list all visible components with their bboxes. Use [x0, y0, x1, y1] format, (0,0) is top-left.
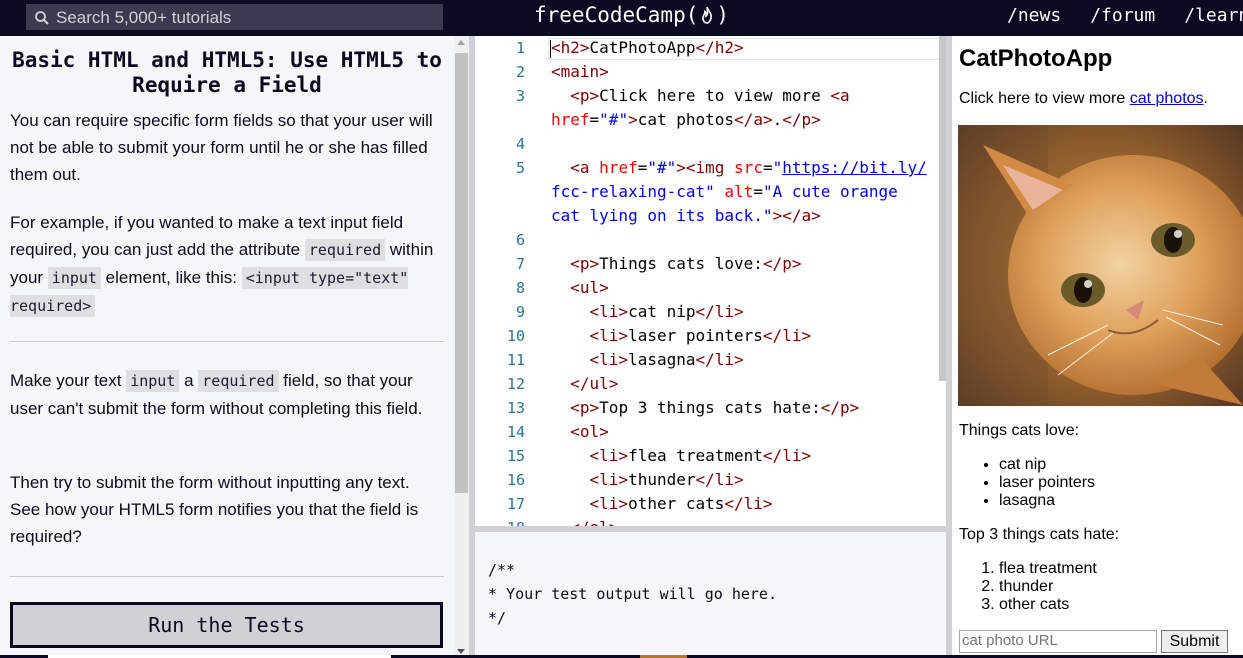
- inline-code: input: [47, 267, 101, 289]
- instructions-scrollbar[interactable]: [454, 36, 469, 658]
- scrollbar-thumb[interactable]: [455, 53, 468, 493]
- code-line: <p>Things cats love:</p>: [551, 254, 802, 273]
- cat-photos-link[interactable]: cat photos: [1130, 90, 1204, 107]
- instructions-panel: Basic HTML and HTML5: Use HTML5 to Requi…: [0, 36, 454, 658]
- cat-photo-url-input[interactable]: cat photo URL: [959, 630, 1157, 653]
- challenge-title: Basic HTML and HTML5: Use HTML5 to Requi…: [12, 48, 442, 97]
- list-item: laser pointers: [999, 474, 1095, 492]
- code-editor[interactable]: 1 2 3 4 5 6 7 8 9 10 11 12 13 14 15 16 1…: [475, 36, 946, 526]
- line-number: 3: [515, 87, 525, 105]
- line-number: 2: [515, 63, 525, 81]
- nav-links: /news/forum/learn: [1007, 5, 1243, 26]
- line-number: 4: [515, 135, 525, 153]
- code-line: <li>lasagna</li>: [551, 350, 744, 369]
- line-number: 18: [493, 516, 525, 526]
- list-item: flea treatment: [999, 560, 1097, 578]
- code-line: <li>laser pointers</li>: [551, 326, 812, 345]
- nav-link-learn[interactable]: /learn: [1184, 5, 1243, 26]
- line-number: 6: [515, 231, 525, 249]
- hate-list: flea treatment thunder other cats: [999, 560, 1097, 614]
- code-line: </ol>: [551, 516, 618, 526]
- code-line: href="#">cat photos</a>.</p>: [551, 110, 821, 129]
- line-number: 14: [506, 423, 525, 441]
- inline-code: input: [126, 370, 180, 392]
- love-heading: Things cats love:: [959, 422, 1080, 439]
- preview-paragraph: Click here to view more cat photos.: [959, 90, 1208, 107]
- inline-code: required: [198, 370, 279, 392]
- search-box[interactable]: Search 5,000+ tutorials: [26, 4, 443, 30]
- code-line: <li>flea treatment</li>: [551, 446, 812, 465]
- line-number: 11: [506, 351, 525, 369]
- line-number: 17: [506, 495, 525, 513]
- code-line: <main>: [551, 62, 609, 81]
- line-number: 1: [515, 39, 525, 57]
- preview-panel: CatPhotoApp Click here to view more cat …: [952, 36, 1243, 658]
- code-line: <ol>: [551, 422, 609, 441]
- inline-code: required: [304, 239, 386, 261]
- code-line: <p>Click here to view more <a: [551, 86, 850, 105]
- scroll-up-arrow[interactable]: [457, 40, 465, 45]
- code-line: </ul>: [551, 374, 619, 393]
- love-list: cat nip laser pointers lasagna: [999, 456, 1095, 510]
- code-line: fcc-relaxing-cat" alt="A cute orange: [551, 182, 898, 201]
- code-line: <li>thunder</li>: [551, 470, 744, 489]
- hate-heading: Top 3 things cats hate:: [959, 526, 1120, 543]
- line-number: 8: [515, 279, 525, 297]
- editor-scrollbar-thumb[interactable]: [939, 36, 946, 381]
- line-number: 12: [506, 375, 525, 393]
- instruction-paragraph-1: You can require specific form fields so …: [10, 111, 433, 184]
- code-line: <ul>: [551, 278, 609, 297]
- line-number: 9: [515, 303, 525, 321]
- instruction-paragraph-4: Then try to submit the form without inpu…: [10, 473, 419, 546]
- scroll-down-arrow[interactable]: [457, 649, 465, 654]
- list-item: other cats: [999, 596, 1097, 614]
- search-icon: [35, 11, 49, 25]
- list-item: thunder: [999, 578, 1097, 596]
- cat-image-graphic: [958, 125, 1243, 406]
- line-number: 10: [506, 327, 525, 345]
- top-nav: Search 5,000+ tutorials freeCodeCamp() /…: [0, 0, 1243, 36]
- list-item: lasagna: [999, 492, 1095, 510]
- list-item: cat nip: [999, 456, 1095, 474]
- line-number: 5: [515, 159, 525, 177]
- code-line: <li>cat nip</li>: [551, 302, 744, 321]
- run-tests-button[interactable]: Run the Tests: [10, 602, 443, 648]
- test-output-text: /** * Your test output will go here. */: [488, 561, 777, 627]
- code-line: <li>other cats</li>: [551, 494, 773, 513]
- test-output-panel: /** * Your test output will go here. */: [475, 532, 946, 658]
- nav-link-news[interactable]: /news: [1007, 5, 1061, 26]
- cat-image[interactable]: [958, 125, 1243, 406]
- code-line: <p>Top 3 things cats hate:</p>: [551, 398, 860, 417]
- code-line: <h2>CatPhotoApp</h2>: [551, 38, 744, 57]
- freecodecamp-logo[interactable]: freeCodeCamp(): [534, 3, 729, 27]
- search-placeholder: Search 5,000+ tutorials: [56, 8, 232, 27]
- line-number: 15: [506, 447, 525, 465]
- submit-button[interactable]: Submit: [1161, 630, 1228, 653]
- instruction-paragraph-2: For example, if you wanted to make a tex…: [10, 213, 434, 317]
- preview-heading: CatPhotoApp: [959, 45, 1113, 72]
- code-line: <a href="#"><img src="https://bit.ly/: [551, 158, 927, 177]
- divider: [10, 576, 444, 577]
- divider: [10, 341, 444, 342]
- nav-link-forum[interactable]: /forum: [1090, 5, 1155, 26]
- line-number: 16: [506, 471, 525, 489]
- instruction-paragraph-3: Make your text input a required field, s…: [10, 370, 423, 418]
- line-number: 7: [515, 255, 525, 273]
- code-line: cat lying on its back."></a>: [551, 206, 821, 225]
- line-number: 13: [506, 399, 525, 417]
- fire-icon: [702, 6, 713, 24]
